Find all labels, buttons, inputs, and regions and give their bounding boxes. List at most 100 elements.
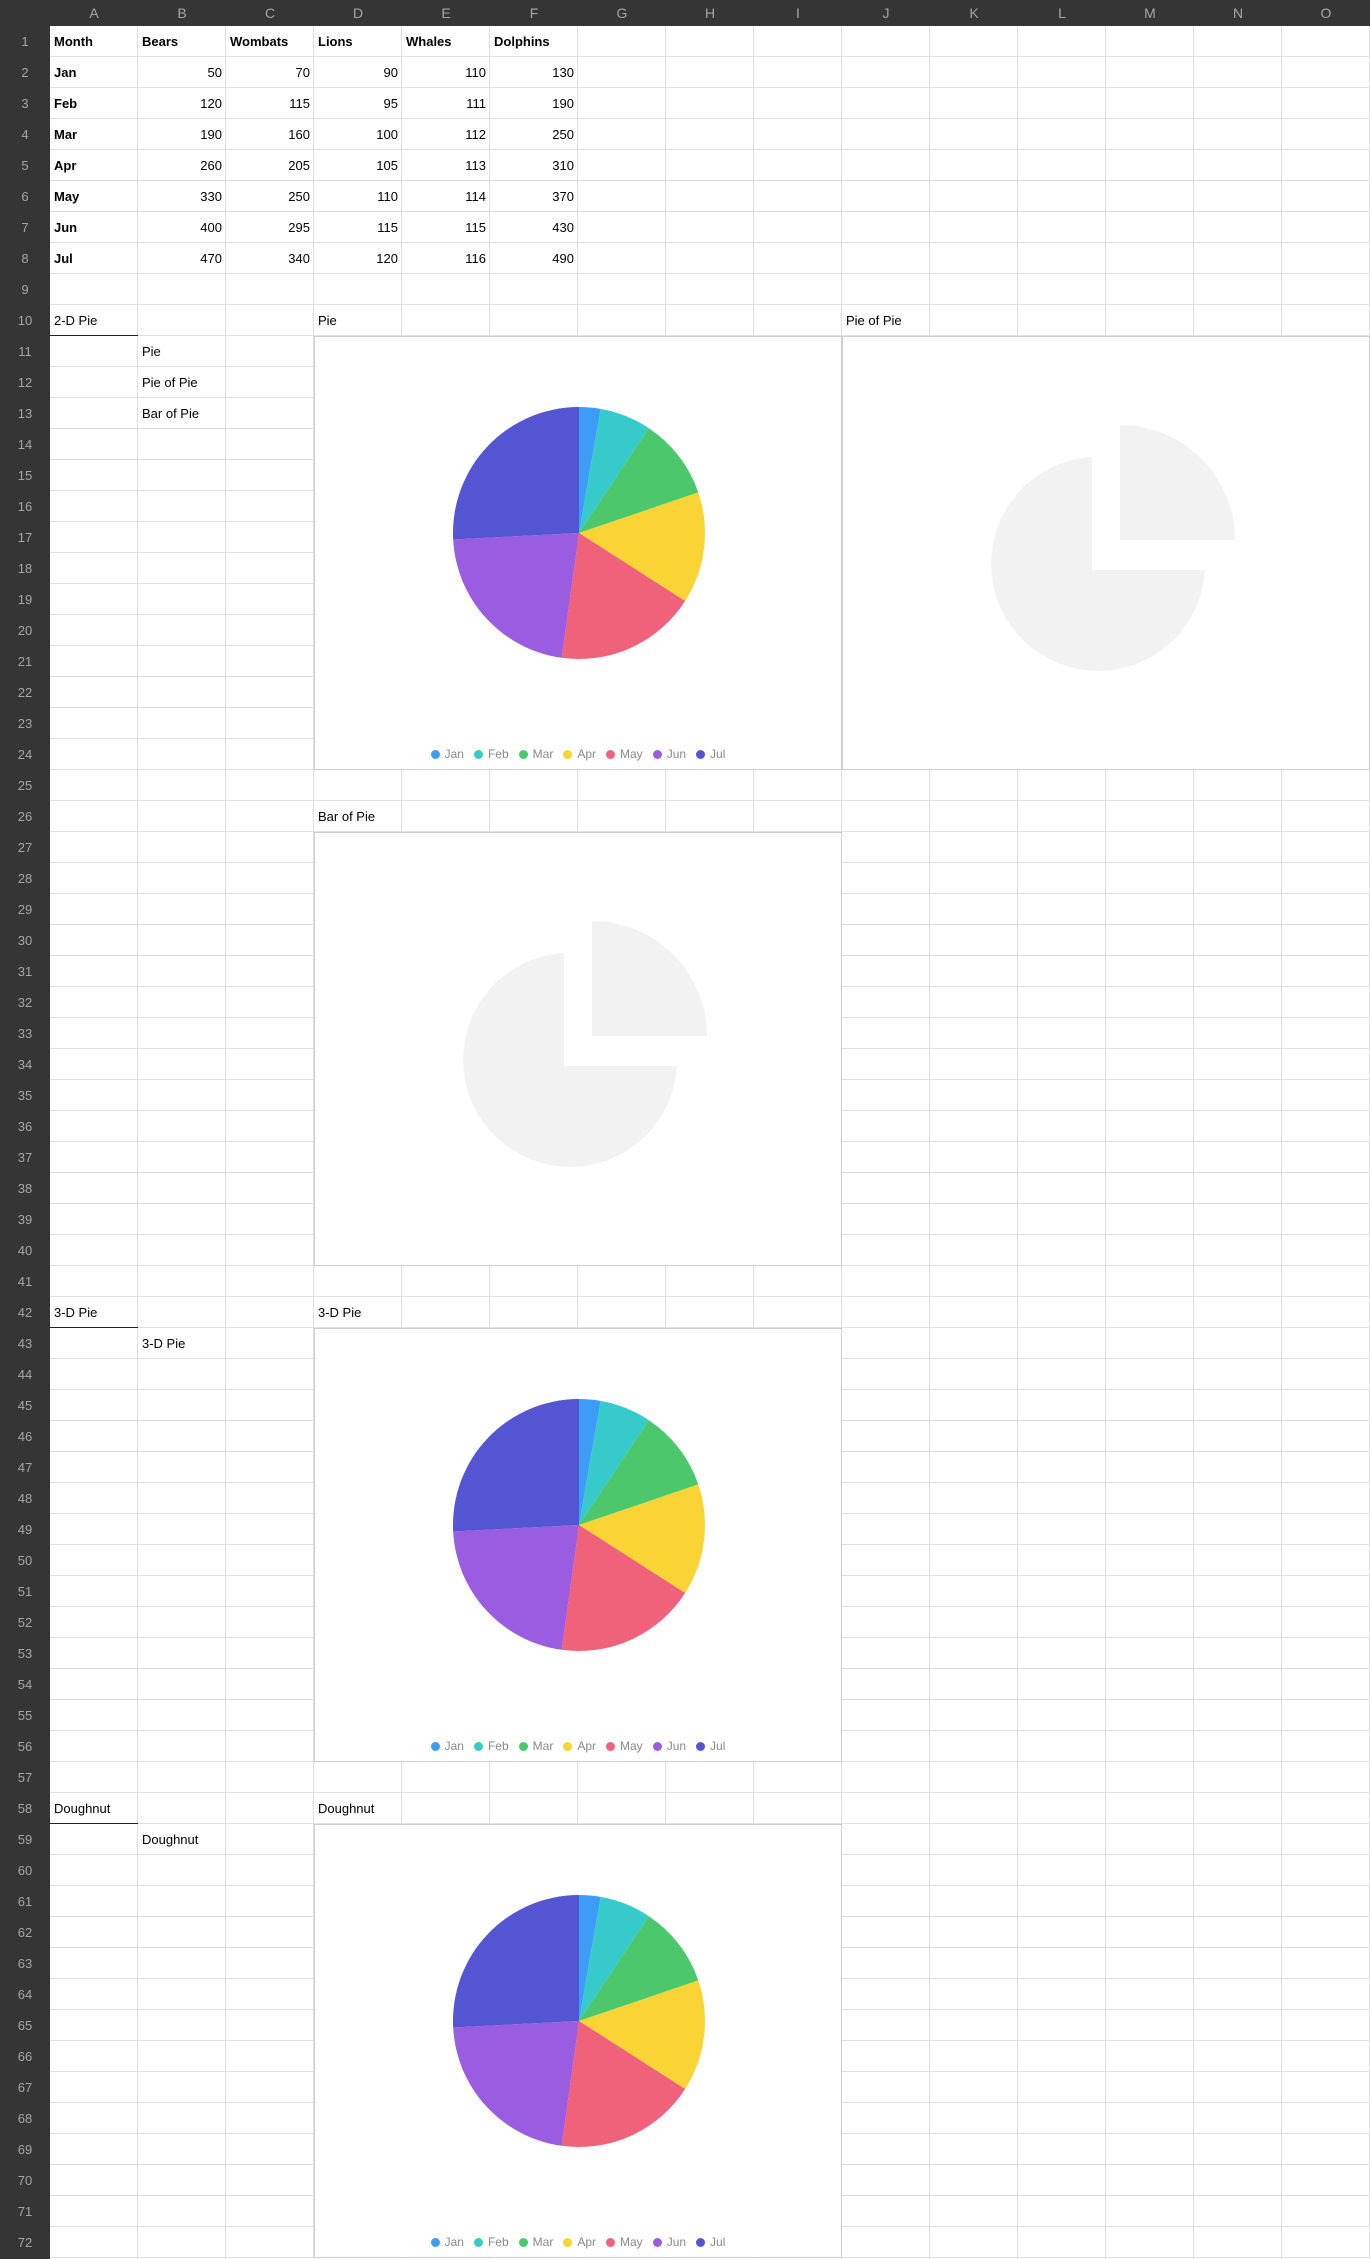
row-header-51[interactable]: 51: [0, 1576, 50, 1607]
row-header-58[interactable]: 58: [0, 1793, 50, 1824]
cell-F4[interactable]: 250: [490, 119, 578, 150]
row-header-47[interactable]: 47: [0, 1452, 50, 1483]
row-header-16[interactable]: 16: [0, 491, 50, 522]
cell-C2[interactable]: 70: [226, 57, 314, 88]
row-header-39[interactable]: 39: [0, 1204, 50, 1235]
row-header-25[interactable]: 25: [0, 770, 50, 801]
cell-D2[interactable]: 90: [314, 57, 402, 88]
row-header-64[interactable]: 64: [0, 1979, 50, 2010]
row-header-40[interactable]: 40: [0, 1235, 50, 1266]
3d-pie-chart[interactable]: Jan Feb Mar Apr May Jun Jul: [314, 1328, 842, 1762]
row-header-21[interactable]: 21: [0, 646, 50, 677]
legend-item-feb[interactable]: Feb: [473, 747, 509, 761]
row-header-46[interactable]: 46: [0, 1421, 50, 1452]
column-header-D[interactable]: D: [314, 0, 402, 26]
cell-B6[interactable]: 330: [138, 181, 226, 212]
row-header-59[interactable]: 59: [0, 1824, 50, 1855]
column-header-F[interactable]: F: [490, 0, 578, 26]
row-header-41[interactable]: 41: [0, 1266, 50, 1297]
cell-B4[interactable]: 190: [138, 119, 226, 150]
row-header-48[interactable]: 48: [0, 1483, 50, 1514]
cell-F3[interactable]: 190: [490, 88, 578, 119]
cell-C1[interactable]: Wombats: [226, 26, 314, 57]
legend-item-mar[interactable]: Mar: [518, 747, 553, 761]
legend-item-jan[interactable]: Jan: [430, 1739, 464, 1753]
row-header-32[interactable]: 32: [0, 987, 50, 1018]
cell-D8[interactable]: 120: [314, 243, 402, 274]
row-header-49[interactable]: 49: [0, 1514, 50, 1545]
pie-slice-jul[interactable]: [453, 407, 579, 540]
row-header-11[interactable]: 11: [0, 336, 50, 367]
column-header-C[interactable]: C: [226, 0, 314, 26]
pie-slice-jun[interactable]: [453, 1525, 579, 1650]
legend-item-may[interactable]: May: [606, 1739, 643, 1753]
row-header-13[interactable]: 13: [0, 398, 50, 429]
cell-F1[interactable]: Dolphins: [490, 26, 578, 57]
column-header-I[interactable]: I: [754, 0, 842, 26]
row-header-28[interactable]: 28: [0, 863, 50, 894]
chart-title-3d-pie[interactable]: 3-D Pie: [314, 1297, 402, 1328]
row-header-8[interactable]: 8: [0, 243, 50, 274]
legend-item-jul[interactable]: Jul: [696, 2235, 725, 2249]
row-header-42[interactable]: 42: [0, 1297, 50, 1328]
cell-A2[interactable]: Jan: [50, 57, 138, 88]
cell-A1[interactable]: Month: [50, 26, 138, 57]
pie-slice-jun[interactable]: [453, 533, 579, 658]
legend-item-apr[interactable]: Apr: [563, 747, 596, 761]
row-header-57[interactable]: 57: [0, 1762, 50, 1793]
row-header-29[interactable]: 29: [0, 894, 50, 925]
row-header-53[interactable]: 53: [0, 1638, 50, 1669]
list-item-doughnut[interactable]: Doughnut: [138, 1824, 226, 1855]
row-header-65[interactable]: 65: [0, 2010, 50, 2041]
list-item-pie[interactable]: Pie: [138, 336, 226, 367]
row-header-4[interactable]: 4: [0, 119, 50, 150]
row-header-3[interactable]: 3: [0, 88, 50, 119]
row-header-43[interactable]: 43: [0, 1328, 50, 1359]
row-header-15[interactable]: 15: [0, 460, 50, 491]
column-header-M[interactable]: M: [1106, 0, 1194, 26]
column-header-E[interactable]: E: [402, 0, 490, 26]
row-header-10[interactable]: 10: [0, 305, 50, 336]
cell-E6[interactable]: 114: [402, 181, 490, 212]
cell-A5[interactable]: Apr: [50, 150, 138, 181]
cell-B1[interactable]: Bears: [138, 26, 226, 57]
row-header-44[interactable]: 44: [0, 1359, 50, 1390]
chart-title-bar-of-pie[interactable]: Bar of Pie: [314, 801, 402, 832]
row-header-66[interactable]: 66: [0, 2041, 50, 2072]
legend-item-may[interactable]: May: [606, 747, 643, 761]
list-item-pie-of-pie[interactable]: Pie of Pie: [138, 367, 226, 398]
row-header-63[interactable]: 63: [0, 1948, 50, 1979]
row-header-36[interactable]: 36: [0, 1111, 50, 1142]
cell-A6[interactable]: May: [50, 181, 138, 212]
legend-item-jan[interactable]: Jan: [430, 2235, 464, 2249]
legend-item-jul[interactable]: Jul: [696, 1739, 725, 1753]
column-header-H[interactable]: H: [666, 0, 754, 26]
row-header-45[interactable]: 45: [0, 1390, 50, 1421]
cell-C4[interactable]: 160: [226, 119, 314, 150]
pie-of-pie-chart[interactable]: [842, 336, 1370, 770]
row-header-52[interactable]: 52: [0, 1607, 50, 1638]
row-header-17[interactable]: 17: [0, 522, 50, 553]
cell-F2[interactable]: 130: [490, 57, 578, 88]
row-header-33[interactable]: 33: [0, 1018, 50, 1049]
row-header-71[interactable]: 71: [0, 2196, 50, 2227]
section-label-3d-pie[interactable]: 3-D Pie: [50, 1297, 138, 1328]
row-header-7[interactable]: 7: [0, 212, 50, 243]
cell-D6[interactable]: 110: [314, 181, 402, 212]
doughnut-chart[interactable]: Jan Feb Mar Apr May Jun Jul: [314, 1824, 842, 2258]
cell-E5[interactable]: 113: [402, 150, 490, 181]
row-header-20[interactable]: 20: [0, 615, 50, 646]
column-header-N[interactable]: N: [1194, 0, 1282, 26]
row-header-19[interactable]: 19: [0, 584, 50, 615]
legend-item-apr[interactable]: Apr: [563, 1739, 596, 1753]
row-header-23[interactable]: 23: [0, 708, 50, 739]
legend-item-jan[interactable]: Jan: [430, 747, 464, 761]
cell-E7[interactable]: 115: [402, 212, 490, 243]
legend-item-jun[interactable]: Jun: [652, 1739, 686, 1753]
cell-D4[interactable]: 100: [314, 119, 402, 150]
row-header-35[interactable]: 35: [0, 1080, 50, 1111]
row-header-50[interactable]: 50: [0, 1545, 50, 1576]
list-item-3d-pie[interactable]: 3-D Pie: [138, 1328, 226, 1359]
row-header-6[interactable]: 6: [0, 181, 50, 212]
column-header-O[interactable]: O: [1282, 0, 1370, 26]
